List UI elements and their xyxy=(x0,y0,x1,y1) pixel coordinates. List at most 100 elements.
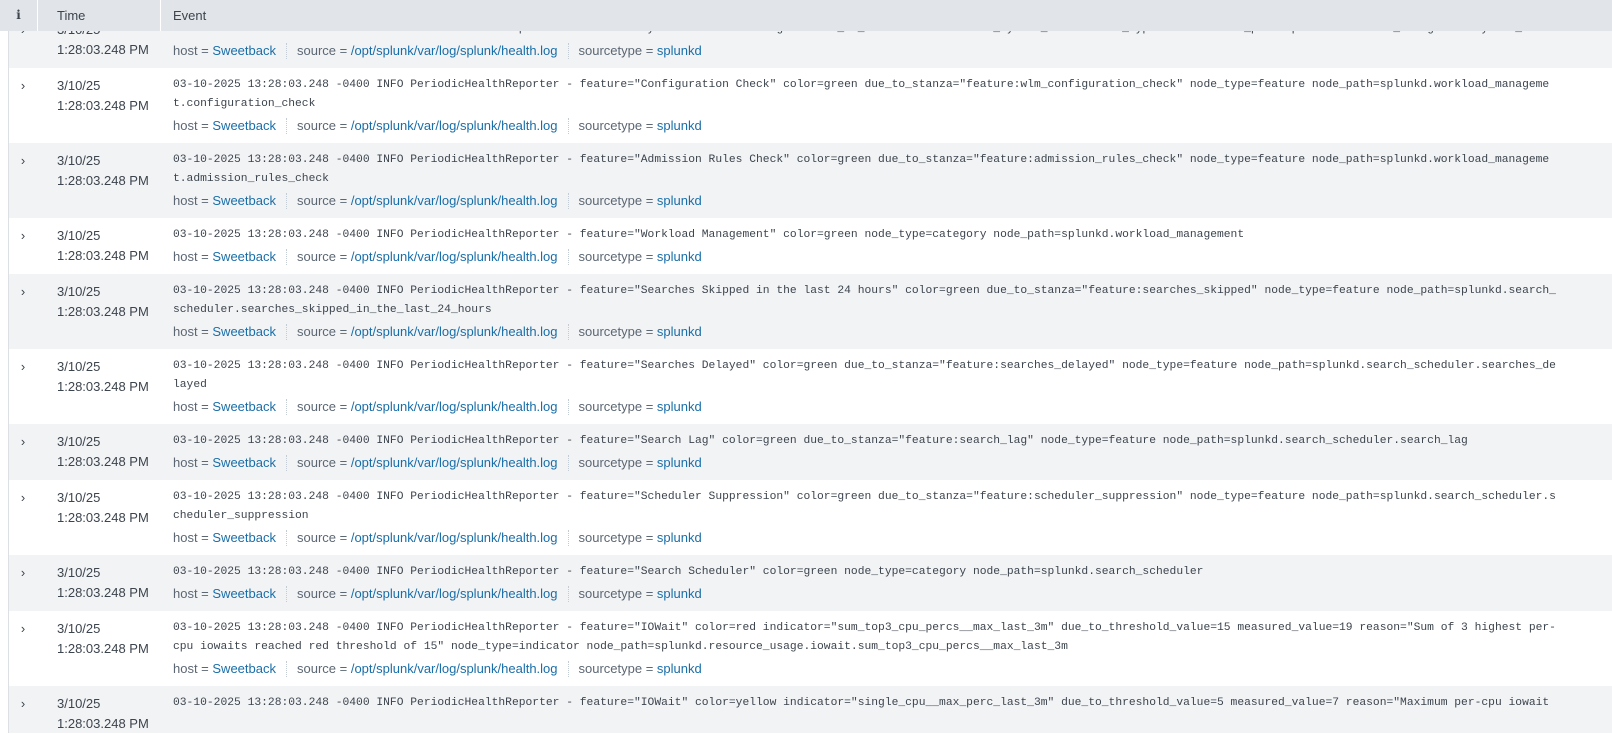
sourcetype-field: sourcetype = splunkd xyxy=(579,661,712,677)
source-value-link[interactable]: /opt/splunk/var/log/splunk/health.log xyxy=(351,661,558,676)
expand-chevron-icon[interactable]: › xyxy=(9,274,37,349)
host-label: host = xyxy=(173,586,213,601)
table-row: › 3/10/25 1:28:03.248 PM 03-10-2025 13:2… xyxy=(0,349,1612,424)
source-value-link[interactable]: /opt/splunk/var/log/splunk/health.log xyxy=(351,43,558,58)
sourcetype-label: sourcetype = xyxy=(578,118,657,133)
host-value-link[interactable]: Sweetback xyxy=(212,530,276,545)
event-raw-line: t.configuration_check xyxy=(173,98,316,110)
source-label: source = xyxy=(296,399,351,414)
host-value-link[interactable]: Sweetback xyxy=(212,661,276,676)
event-raw-line: 03-10-2025 13:28:03.248 -0400 INFO Perio… xyxy=(173,360,1556,372)
event-body: 03-10-2025 13:28:03.248 -0400 INFO Perio… xyxy=(173,143,1612,218)
host-label: host = xyxy=(173,118,213,133)
source-field: source = /opt/splunk/var/log/splunk/heal… xyxy=(297,43,569,59)
expand-chevron-icon[interactable]: › xyxy=(9,424,37,480)
sourcetype-value-link[interactable]: splunkd xyxy=(657,324,702,339)
sourcetype-value-link[interactable]: splunkd xyxy=(657,43,702,58)
table-row: › 3/10/25 1:28:03.248 PM 03-10-2025 13:2… xyxy=(0,686,1612,733)
event-time: 3/10/25 1:28:03.248 PM xyxy=(37,555,173,611)
sourcetype-value-link[interactable]: splunkd xyxy=(657,399,702,414)
event-fields: host = Sweetback source = /opt/splunk/va… xyxy=(173,451,1612,475)
source-value-link[interactable]: /opt/splunk/var/log/splunk/health.log xyxy=(351,399,558,414)
source-value-link[interactable]: /opt/splunk/var/log/splunk/health.log xyxy=(351,530,558,545)
event-column-header[interactable]: Event xyxy=(161,0,206,31)
source-label: source = xyxy=(296,586,351,601)
source-field: source = /opt/splunk/var/log/splunk/heal… xyxy=(297,118,569,134)
host-field: host = Sweetback xyxy=(173,399,287,415)
event-raw-line: t.admission_rules_check xyxy=(173,173,329,185)
source-value-link[interactable]: /opt/splunk/var/log/splunk/health.log xyxy=(351,193,558,208)
host-label: host = xyxy=(173,530,213,545)
source-label: source = xyxy=(296,455,351,470)
source-field: source = /opt/splunk/var/log/splunk/heal… xyxy=(297,193,569,209)
sourcetype-label: sourcetype = xyxy=(578,249,657,264)
host-value-link[interactable]: Sweetback xyxy=(212,586,276,601)
table-row: › 3/10/25 1:28:03.248 PM 03-10-2025 13:2… xyxy=(0,555,1612,611)
event-fields: host = Sweetback source = /opt/splunk/va… xyxy=(173,526,1612,550)
host-value-link[interactable]: Sweetback xyxy=(212,193,276,208)
sourcetype-value-link[interactable]: splunkd xyxy=(657,193,702,208)
event-time: 3/10/25 1:28:03.248 PM xyxy=(37,424,173,480)
host-value-link[interactable]: Sweetback xyxy=(212,455,276,470)
expand-chevron-icon[interactable]: › xyxy=(9,68,37,143)
source-field: source = /opt/splunk/var/log/splunk/heal… xyxy=(297,530,569,546)
expand-chevron-icon[interactable]: › xyxy=(9,218,37,274)
sourcetype-value-link[interactable]: splunkd xyxy=(657,661,702,676)
sourcetype-value-link[interactable]: splunkd xyxy=(657,530,702,545)
info-column-header[interactable]: i xyxy=(0,0,38,31)
sourcetype-value-link[interactable]: splunkd xyxy=(657,455,702,470)
sourcetype-field: sourcetype = splunkd xyxy=(579,455,712,471)
expand-chevron-icon[interactable]: › xyxy=(9,143,37,218)
event-date: 3/10/25 xyxy=(57,359,101,374)
host-field: host = Sweetback xyxy=(173,193,287,209)
event-time: 3/10/25 1:28:03.248 PM xyxy=(37,686,173,733)
host-value-link[interactable]: Sweetback xyxy=(212,43,276,58)
event-raw-line: 03-10-2025 13:28:03.248 -0400 INFO Perio… xyxy=(173,435,1468,447)
source-value-link[interactable]: /opt/splunk/var/log/splunk/health.log xyxy=(351,455,558,470)
source-field: source = /opt/splunk/var/log/splunk/heal… xyxy=(297,324,569,340)
source-label: source = xyxy=(296,43,351,58)
source-value-link[interactable]: /opt/splunk/var/log/splunk/health.log xyxy=(351,586,558,601)
expand-chevron-icon[interactable]: › xyxy=(9,480,37,555)
sourcetype-field: sourcetype = splunkd xyxy=(579,586,712,602)
event-fields: host = Sweetback source = /opt/splunk/va… xyxy=(173,395,1612,419)
event-clock: 1:28:03.248 PM xyxy=(57,454,149,469)
table-row: › 3/10/25 1:28:03.248 PM 03-10-2025 13:2… xyxy=(0,143,1612,218)
source-value-link[interactable]: /opt/splunk/var/log/splunk/health.log xyxy=(351,249,558,264)
sourcetype-field: sourcetype = splunkd xyxy=(579,249,712,265)
host-field: host = Sweetback xyxy=(173,324,287,340)
host-value-link[interactable]: Sweetback xyxy=(212,118,276,133)
source-label: source = xyxy=(296,193,351,208)
table-header: i Time Event xyxy=(0,0,1612,31)
host-field: host = Sweetback xyxy=(173,661,287,677)
expand-chevron-icon[interactable]: › xyxy=(9,611,37,686)
event-time: 3/10/25 1:28:03.248 PM xyxy=(37,349,173,424)
sourcetype-label: sourcetype = xyxy=(578,455,657,470)
source-value-link[interactable]: /opt/splunk/var/log/splunk/health.log xyxy=(351,324,558,339)
expand-chevron-icon[interactable]: › xyxy=(9,555,37,611)
sourcetype-label: sourcetype = xyxy=(578,43,657,58)
sourcetype-value-link[interactable]: splunkd xyxy=(657,118,702,133)
sourcetype-value-link[interactable]: splunkd xyxy=(657,586,702,601)
event-body: 03-10-2025 13:28:03.248 -0400 INFO Perio… xyxy=(173,218,1612,274)
host-value-link[interactable]: Sweetback xyxy=(212,249,276,264)
source-value-link[interactable]: /opt/splunk/var/log/splunk/health.log xyxy=(351,118,558,133)
sourcetype-field: sourcetype = splunkd xyxy=(579,193,712,209)
time-column-header[interactable]: Time xyxy=(38,0,161,31)
event-fields: host = Sweetback source = /opt/splunk/va… xyxy=(173,320,1612,344)
host-field: host = Sweetback xyxy=(173,43,287,59)
host-value-link[interactable]: Sweetback xyxy=(212,324,276,339)
event-body: 03-10-2025 13:28:03.248 -0400 INFO Perio… xyxy=(173,274,1612,349)
source-label: source = xyxy=(296,249,351,264)
host-field: host = Sweetback xyxy=(173,118,287,134)
source-field: source = /opt/splunk/var/log/splunk/heal… xyxy=(297,249,569,265)
host-value-link[interactable]: Sweetback xyxy=(212,399,276,414)
expand-chevron-icon[interactable]: › xyxy=(9,349,37,424)
table-row: › 3/10/25 1:28:03.248 PM 03-10-2025 13:2… xyxy=(0,68,1612,143)
sourcetype-value-link[interactable]: splunkd xyxy=(657,249,702,264)
expand-chevron-icon[interactable]: › xyxy=(9,686,37,733)
host-label: host = xyxy=(173,455,213,470)
event-date: 3/10/25 xyxy=(57,78,101,93)
host-label: host = xyxy=(173,399,213,414)
event-date: 3/10/25 xyxy=(57,621,101,636)
